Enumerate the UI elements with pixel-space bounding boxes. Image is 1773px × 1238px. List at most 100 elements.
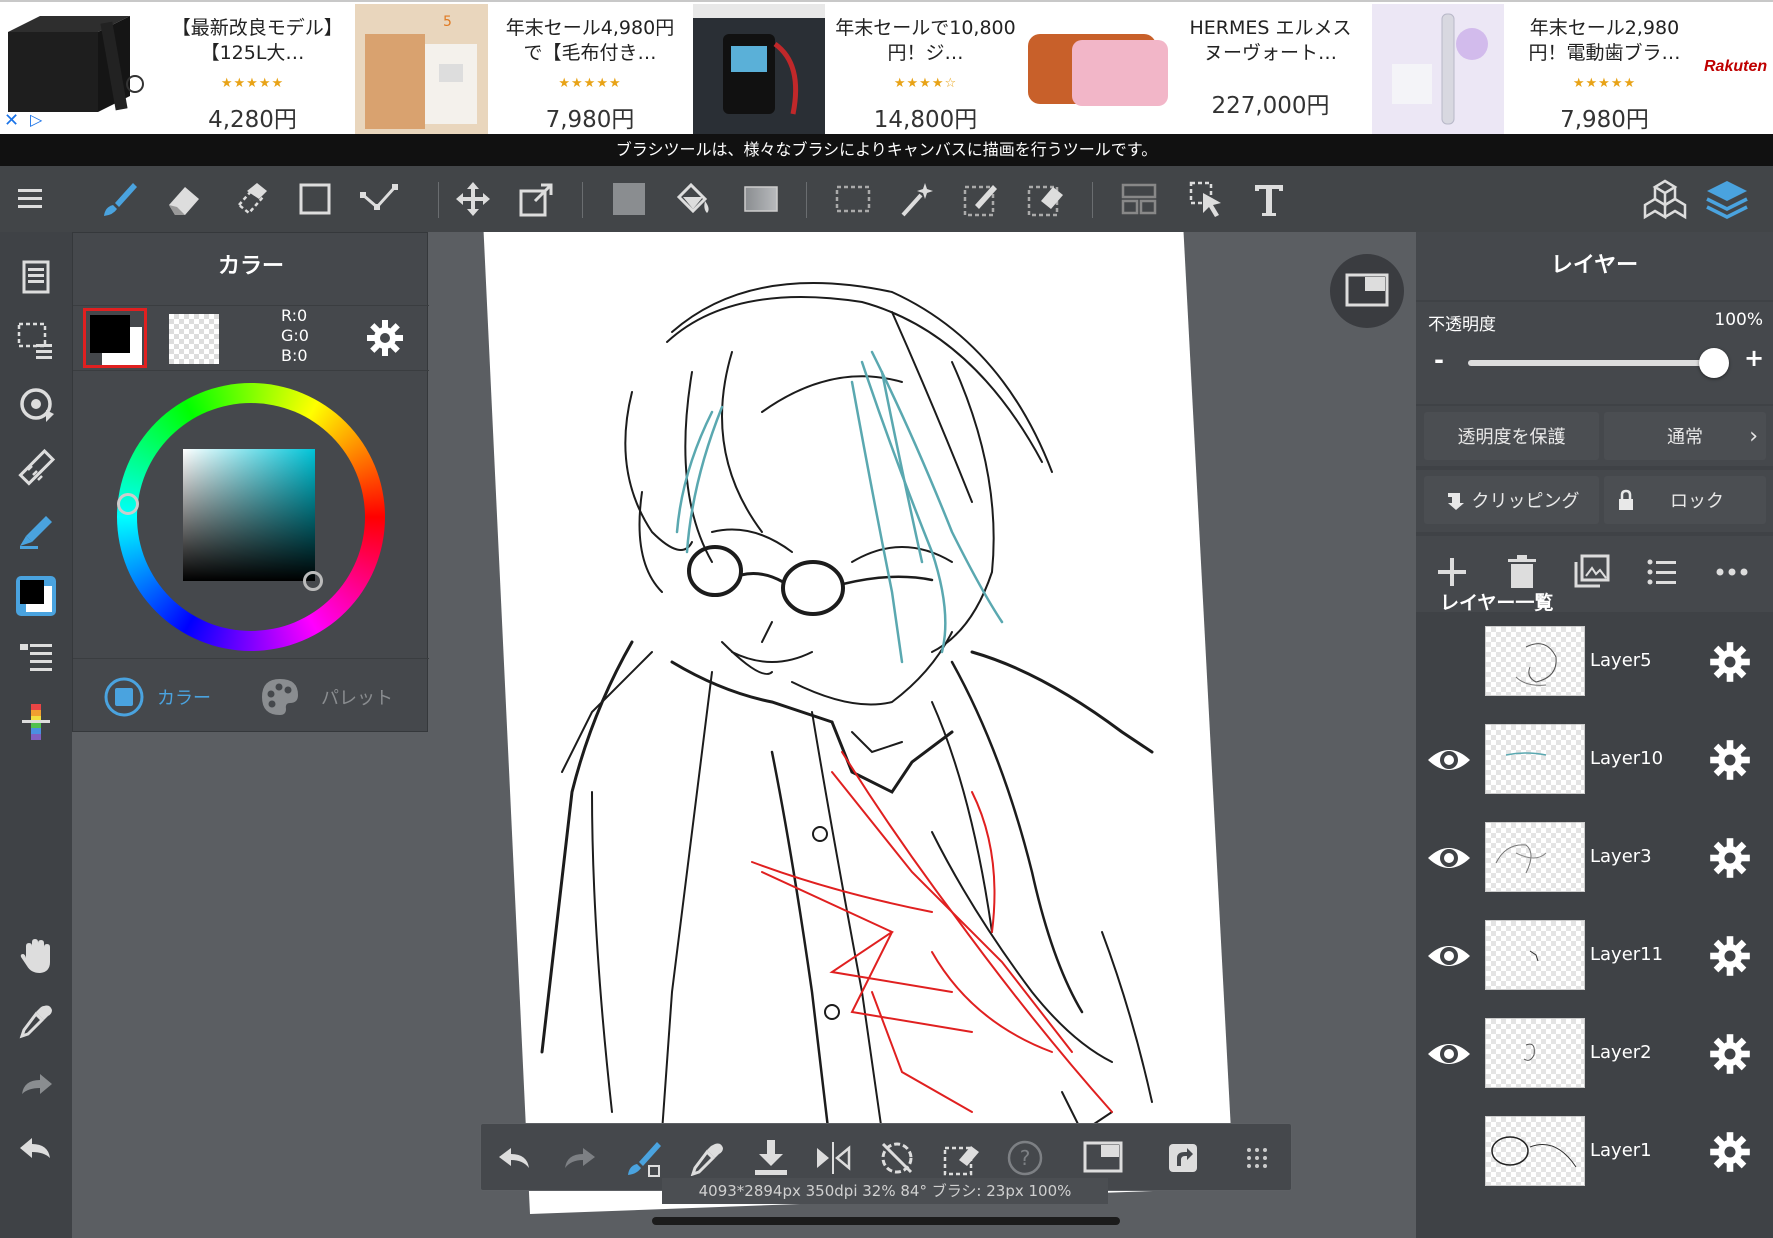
navigator-toggle-icon[interactable] (1081, 1136, 1125, 1180)
color-swatch-row: R:0 G:0 B:0 (73, 305, 429, 371)
brush-size-icon[interactable] (12, 698, 60, 746)
primary-color-swatch[interactable] (83, 308, 147, 368)
layer-item-layer11[interactable]: Layer11 (1416, 912, 1773, 1010)
save-download-icon[interactable] (749, 1136, 793, 1180)
visibility-eye-icon[interactable] (1426, 740, 1472, 780)
undo-icon[interactable] (493, 1136, 537, 1180)
brush-tool-icon[interactable] (96, 176, 142, 222)
ad-close-icon[interactable]: ✕ (4, 110, 19, 131)
ad-item-1[interactable]: 【最新改良モデル】【125L大… ★★★★★ 4,280円 (0, 4, 345, 134)
fill-color-icon[interactable] (606, 176, 652, 222)
ad-item-2[interactable]: 5 年末セール4,980円で【毛布付き… ★★★★★ 7,980円 (350, 4, 690, 134)
transform-tool-icon[interactable] (514, 176, 560, 222)
clear-select-icon[interactable] (939, 1136, 983, 1180)
layer-list-icon[interactable] (12, 634, 60, 682)
magic-wand-icon[interactable] (894, 176, 940, 222)
eyedropper-icon[interactable] (685, 1136, 729, 1180)
ad-price: 14,800円 (873, 107, 978, 133)
layer-item-layer1[interactable]: Layer1 (1416, 1108, 1773, 1206)
lock-button[interactable]: ロック (1604, 476, 1766, 524)
flip-horizontal-icon[interactable] (811, 1136, 855, 1180)
visibility-eye-icon[interactable] (1426, 1034, 1472, 1074)
gradient-tool-icon[interactable] (738, 176, 784, 222)
color-panel-tabs: カラー パレット (73, 658, 429, 733)
layer-thumbnail (1485, 724, 1585, 794)
layer-item-layer3[interactable]: Layer3 (1416, 814, 1773, 912)
visibility-eye-icon[interactable] (1426, 936, 1472, 976)
opacity-value: 100% (1714, 310, 1763, 330)
select-tool-icon[interactable] (830, 176, 876, 222)
layer-list-menu-icon[interactable] (1642, 552, 1682, 592)
select-pen-icon[interactable] (958, 176, 1004, 222)
ruler-icon[interactable] (12, 444, 60, 492)
layer-settings-gear-icon[interactable] (1708, 738, 1752, 782)
help-icon[interactable]: ? (1003, 1136, 1047, 1180)
layer-item-layer5[interactable]: Layer5 (1416, 618, 1773, 716)
layer-settings-gear-icon[interactable] (1708, 934, 1752, 978)
layer-settings-gear-icon[interactable] (1708, 640, 1752, 684)
undo-icon[interactable] (12, 1124, 60, 1172)
eraser-tool-icon[interactable] (160, 176, 206, 222)
color-wheel[interactable] (117, 383, 385, 651)
blend-mode-select[interactable]: 通常 › (1604, 412, 1766, 460)
clipping-button[interactable]: クリッピング (1424, 476, 1599, 524)
layer-list[interactable]: Layer5 Layer10 Layer3 Layer11 Layer2 Lay… (1416, 618, 1773, 1238)
opacity-slider-thumb[interactable] (1699, 348, 1729, 378)
select-eraser-icon[interactable] (1022, 176, 1068, 222)
more-options-icon[interactable] (1712, 552, 1752, 592)
line-tool-icon[interactable] (356, 176, 402, 222)
layer-item-layer10[interactable]: Layer10 (1416, 716, 1773, 814)
layer-settings-gear-icon[interactable] (1708, 836, 1752, 880)
snap-pen-icon[interactable] (12, 508, 60, 556)
materials-icon[interactable] (1642, 176, 1688, 222)
rotate-canvas-icon[interactable] (12, 380, 60, 428)
opacity-minus-button[interactable]: - (1434, 346, 1444, 374)
hand-tool-icon[interactable] (12, 932, 60, 980)
visibility-eye-icon[interactable] (1426, 838, 1472, 878)
tab-palette[interactable]: パレット (259, 675, 409, 719)
blur-tool-icon[interactable] (226, 176, 272, 222)
delete-layer-icon[interactable] (1502, 552, 1542, 592)
tab-color[interactable]: カラー (103, 675, 233, 719)
color-swatch-button[interactable] (12, 572, 60, 620)
frame-divider-icon[interactable] (1116, 176, 1162, 222)
text-tool-icon[interactable] (1246, 176, 1292, 222)
layer-settings-gear-icon[interactable] (1708, 1130, 1752, 1174)
navigator-button[interactable] (1330, 254, 1404, 328)
selection-menu-icon[interactable] (12, 316, 60, 364)
secondary-color-swatch[interactable] (169, 314, 219, 364)
bucket-tool-icon[interactable] (670, 176, 716, 222)
redo-icon[interactable] (557, 1136, 601, 1180)
layer-settings-gear-icon[interactable] (1708, 1032, 1752, 1076)
add-layer-icon[interactable] (1432, 552, 1472, 592)
shape-tool-icon[interactable] (292, 176, 338, 222)
move-tool-icon[interactable] (450, 176, 496, 222)
toolbar-grip-icon[interactable] (1235, 1136, 1279, 1180)
clipping-label: クリッピング (1471, 491, 1580, 512)
color-settings-gear-icon[interactable] (365, 318, 405, 358)
home-indicator[interactable] (652, 1217, 1120, 1225)
export-icon[interactable] (1161, 1136, 1205, 1180)
ad-choices-icon[interactable]: ▷ (30, 110, 42, 129)
layer-item-layer2[interactable]: Layer2 (1416, 1010, 1773, 1108)
quick-brush-icon[interactable] (621, 1136, 665, 1180)
redo-icon[interactable] (12, 1060, 60, 1108)
page-manager-icon[interactable] (12, 252, 60, 300)
protect-alpha-button[interactable]: 透明度を保護 (1424, 412, 1599, 460)
reset-rotation-icon[interactable] (875, 1136, 919, 1180)
opacity-plus-button[interactable]: + (1744, 344, 1764, 372)
opacity-slider[interactable] (1468, 348, 1729, 378)
ad-item-4[interactable]: HERMES エルメス ヌーヴォート… 227,000円 (1028, 4, 1368, 134)
layers-panel-icon[interactable] (1704, 176, 1750, 222)
saturation-value-square[interactable] (183, 449, 315, 581)
color-tab-icon (104, 677, 144, 717)
menu-icon[interactable] (10, 176, 56, 222)
ad-item-3[interactable]: 年末セールで10,800円！ジ… ★★★★☆ 14,800円 (693, 4, 1023, 134)
duplicate-layer-icon[interactable] (1572, 552, 1612, 592)
eyedropper-icon[interactable] (12, 996, 60, 1044)
ad-banner[interactable]: 【最新改良モデル】【125L大… ★★★★★ 4,280円 5 年末セール4,9… (0, 0, 1773, 134)
operation-tool-icon[interactable] (1184, 176, 1230, 222)
ad-item-5[interactable]: 年末セール2,980円！電動歯ブラ… ★★★★★ 7,980円 (1372, 4, 1702, 134)
hue-handle[interactable] (117, 493, 139, 515)
color-handle[interactable] (303, 571, 323, 591)
